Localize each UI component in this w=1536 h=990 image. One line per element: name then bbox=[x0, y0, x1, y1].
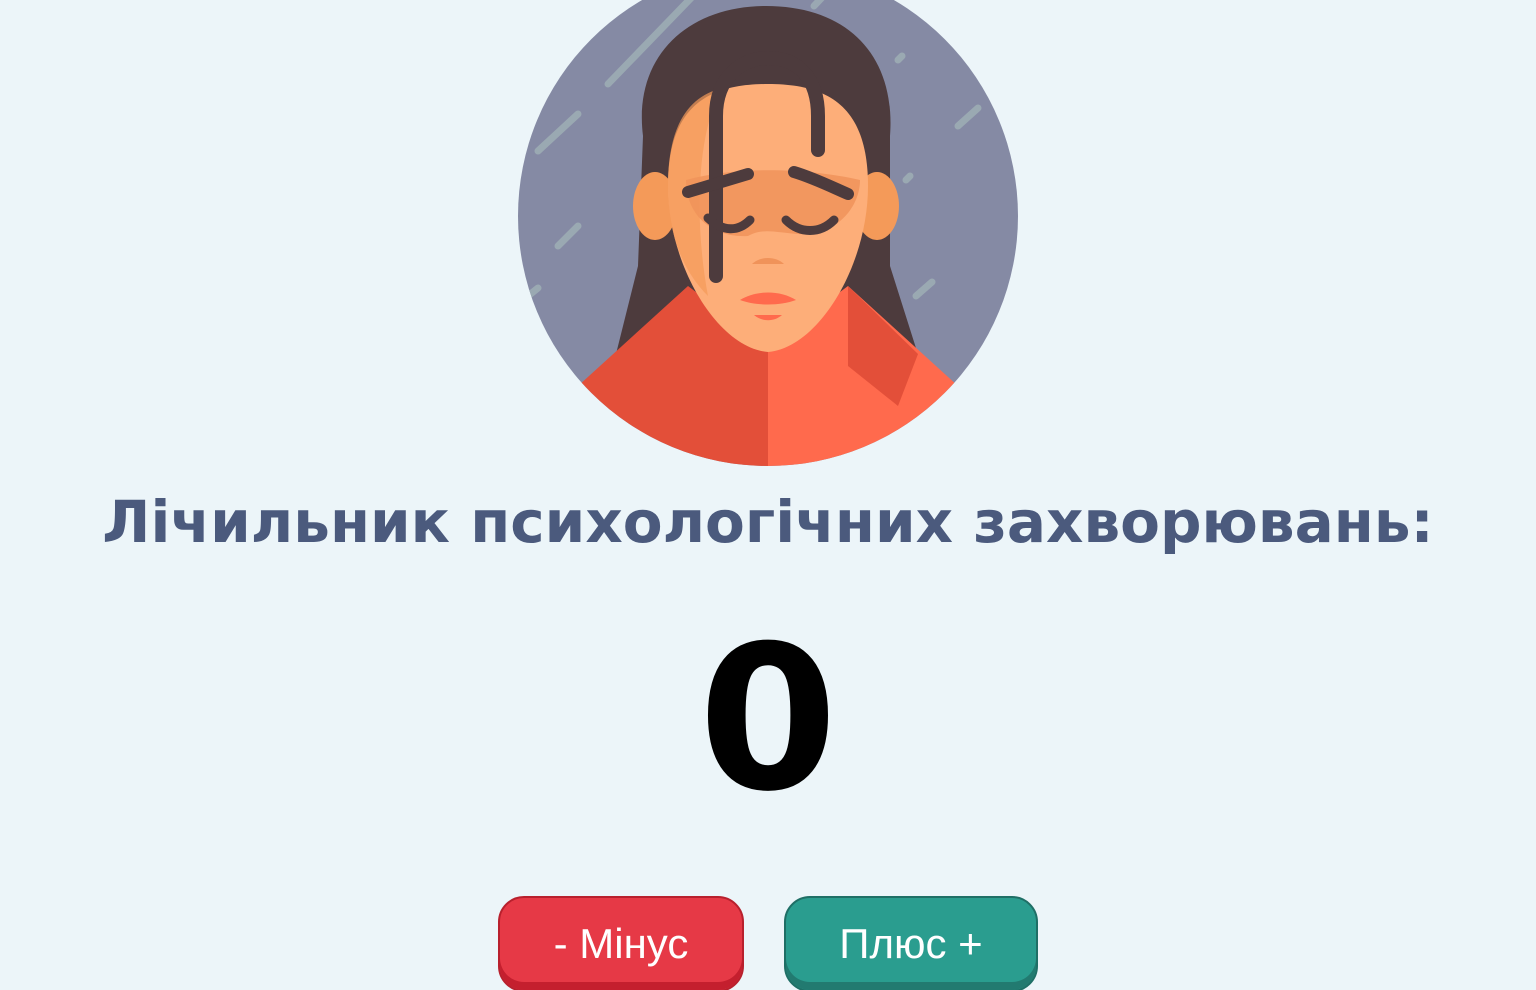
sad-woman-rain-icon bbox=[518, 0, 1018, 466]
plus-button[interactable]: Плюс + bbox=[784, 896, 1038, 990]
sad-woman-illustration bbox=[518, 0, 1018, 466]
page: Лічильник психологічних захворювань: 0 -… bbox=[0, 0, 1536, 990]
page-title: Лічильник психологічних захворювань: bbox=[102, 488, 1434, 556]
counter-value: 0 bbox=[698, 603, 838, 836]
minus-button[interactable]: - Мінус bbox=[498, 896, 744, 990]
